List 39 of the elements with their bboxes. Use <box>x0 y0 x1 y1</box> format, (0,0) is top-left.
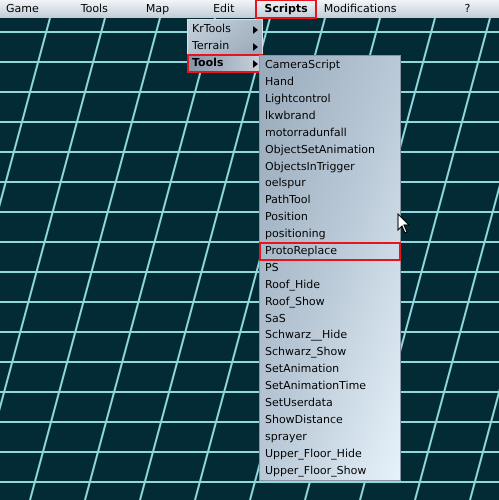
menu-item[interactable]: sprayer <box>260 428 400 446</box>
menu-item[interactable]: Roof_Show <box>260 293 400 310</box>
menu-item[interactable]: Tools <box>188 55 262 72</box>
menu-item[interactable]: Edit <box>209 0 238 18</box>
menu-item[interactable]: ObjectsInTrigger <box>260 158 400 176</box>
menu-item[interactable]: positioning <box>260 226 400 243</box>
submenu-arrow-icon <box>253 42 258 50</box>
menu-item[interactable]: ObjectSetAnimation <box>260 141 400 158</box>
menu-item[interactable]: oelspur <box>260 175 400 192</box>
menu-item[interactable]: Roof_Hide <box>260 276 400 294</box>
menu-item[interactable]: Lightcontrol <box>260 90 400 108</box>
menu-item[interactable]: Game <box>2 0 43 18</box>
menu-item[interactable]: Position <box>260 209 400 226</box>
menu-item[interactable]: SetAnimationTime <box>260 378 400 395</box>
menu-item[interactable]: ProtoReplace <box>260 242 400 260</box>
menu-item[interactable]: SetUserdata <box>260 394 400 412</box>
menu-item[interactable]: ? <box>460 0 474 18</box>
submenu-arrow-icon <box>253 26 258 34</box>
menu-item[interactable]: ShowDistance <box>260 412 400 429</box>
menu-item[interactable]: Hand <box>260 74 400 91</box>
menu-item[interactable]: PathTool <box>260 192 400 210</box>
menu-item[interactable]: Schwarz__Hide <box>260 327 400 344</box>
menu-item[interactable]: Tools <box>76 0 112 18</box>
menu-item[interactable]: lkwbrand <box>260 108 400 125</box>
menu-item[interactable]: CameraScript <box>260 57 400 74</box>
menu-item[interactable]: Modifications <box>320 0 400 18</box>
menu-item[interactable]: SaS <box>260 310 400 328</box>
menu-item[interactable]: Scripts <box>256 0 316 18</box>
mouse-cursor-icon <box>397 213 410 234</box>
menu-item[interactable]: Upper_Floor_Hide <box>260 445 400 462</box>
menu-item[interactable]: PS <box>260 260 400 277</box>
menu-item[interactable]: Terrain <box>188 38 262 55</box>
menu-item[interactable]: SetAnimation <box>260 361 400 378</box>
menu-item[interactable]: KrTools <box>188 21 262 38</box>
menu-item[interactable]: Map <box>142 0 174 18</box>
menu-item[interactable]: motorradunfall <box>260 124 400 142</box>
menu-item[interactable]: Schwarz_Show <box>260 344 400 362</box>
menu-item[interactable]: Upper_Floor_Show <box>260 462 400 480</box>
submenu-arrow-icon <box>253 60 258 68</box>
